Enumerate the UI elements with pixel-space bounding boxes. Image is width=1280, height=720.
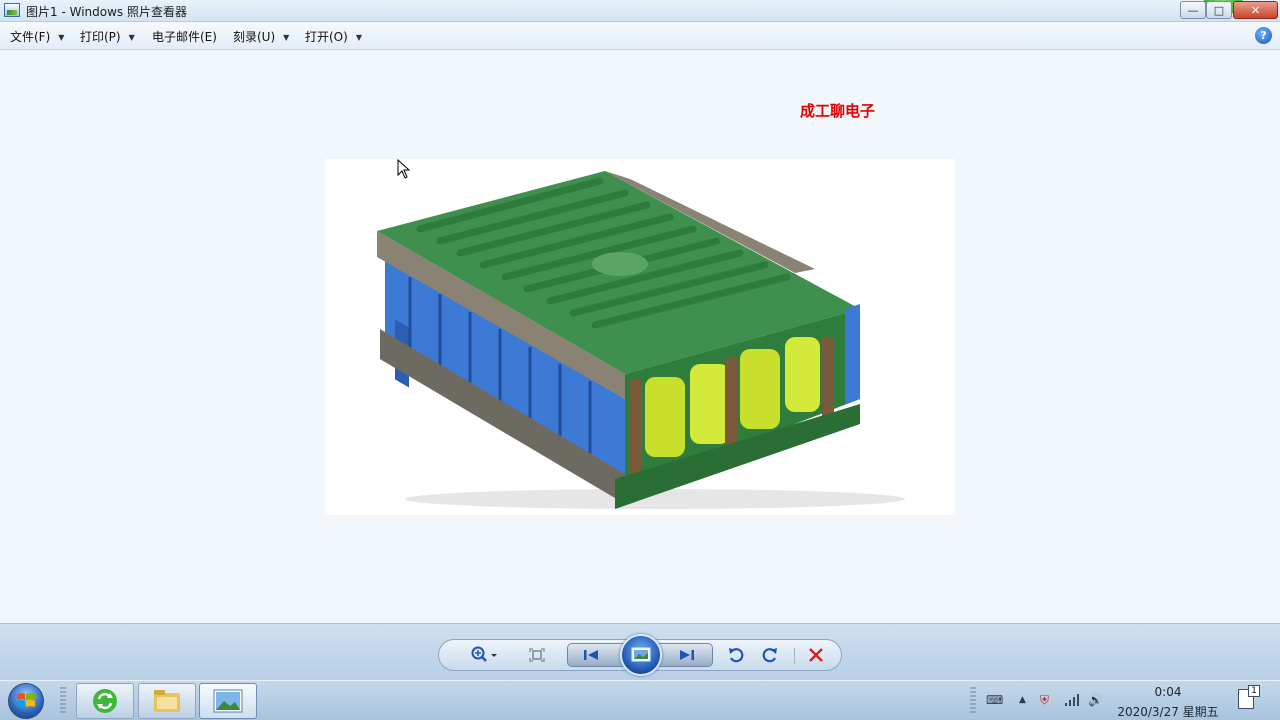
menu-file[interactable]: 文件(F) ▼ xyxy=(10,28,64,45)
folder-icon xyxy=(154,690,180,712)
windows-logo-icon xyxy=(8,683,44,719)
menu-print-label: 打印(P) xyxy=(80,30,121,44)
network-signal-icon[interactable] xyxy=(1064,693,1080,710)
rotate-counterclockwise-icon xyxy=(729,648,744,663)
delete-button[interactable] xyxy=(803,640,829,670)
window-title: 图片1 - Windows 照片查看器 xyxy=(26,5,187,19)
clock-time[interactable]: 0:04 xyxy=(1120,685,1216,699)
rotate-counterclockwise-button[interactable] xyxy=(723,640,749,670)
rotate-clockwise-button[interactable] xyxy=(757,640,783,670)
chevron-down-icon: ▼ xyxy=(283,33,290,42)
next-icon xyxy=(680,650,694,660)
menu-open[interactable]: 打开(O) ▼ xyxy=(305,28,362,45)
help-icon[interactable]: ? xyxy=(1255,27,1272,44)
chevron-down-icon: ▼ xyxy=(355,33,362,42)
photo-viewer-app-icon[interactable] xyxy=(4,3,20,17)
security-shield-icon[interactable]: ⛨ xyxy=(1040,693,1049,708)
menu-burn[interactable]: 刻录(U) ▼ xyxy=(233,28,289,45)
slideshow-icon xyxy=(631,647,651,662)
menu-email-label: 电子邮件(E) xyxy=(152,30,217,44)
photo-controls-bar xyxy=(0,623,1280,680)
tray-grip[interactable] xyxy=(970,687,976,715)
battery-pack-illustration xyxy=(377,171,905,509)
menu-open-label: 打开(O) xyxy=(305,30,348,44)
taskbar-windows-explorer[interactable] xyxy=(138,683,196,719)
photo-viewer-icon xyxy=(213,689,243,713)
chevron-down-icon: ▼ xyxy=(58,33,65,42)
menu-bar: 文件(F) ▼ 打印(P) ▼ 电子邮件(E) 刻录(U) ▼ 打开(O) ▼ ? xyxy=(0,23,1280,50)
next-button[interactable] xyxy=(672,644,702,666)
menu-email[interactable]: 电子邮件(E) xyxy=(152,28,217,45)
delete-icon xyxy=(809,648,823,662)
clock-date[interactable]: 2020/3/27 星期五 xyxy=(1112,703,1224,720)
actual-size-icon xyxy=(529,648,545,662)
keyboard-icon[interactable]: ⌨ xyxy=(986,693,1003,707)
controls-pill xyxy=(438,634,842,676)
rotate-clockwise-icon xyxy=(762,648,777,663)
slideshow-button[interactable] xyxy=(620,634,662,676)
taskbar-360-browser[interactable] xyxy=(76,683,134,719)
start-button[interactable] xyxy=(4,681,48,720)
actual-size-button[interactable] xyxy=(525,640,549,670)
volume-icon[interactable]: 🔊 xyxy=(1088,693,1103,707)
menu-print[interactable]: 打印(P) ▼ xyxy=(80,28,135,45)
previous-icon xyxy=(584,650,598,660)
show-hidden-icons-icon[interactable]: ▲ xyxy=(1019,695,1026,705)
zoom-icon xyxy=(471,646,497,662)
menu-burn-label: 刻录(U) xyxy=(233,30,276,44)
previous-button[interactable] xyxy=(576,644,606,666)
minimize-button[interactable]: — xyxy=(1180,1,1206,19)
battery-pack-image xyxy=(325,159,955,515)
chevron-down-icon: ▼ xyxy=(128,33,135,42)
menu-file-label: 文件(F) xyxy=(10,30,51,44)
zoom-button[interactable] xyxy=(467,640,501,670)
title-bar: 图片1 - Windows 照片查看器 38 — □ ✕ xyxy=(0,0,1280,22)
notification-count: 1 xyxy=(1248,685,1260,697)
taskbar-photo-viewer[interactable] xyxy=(199,683,257,719)
maximize-button[interactable]: □ xyxy=(1206,1,1232,19)
mouse-cursor-icon xyxy=(397,159,411,179)
close-button[interactable]: ✕ xyxy=(1233,1,1278,19)
refresh-browser-icon xyxy=(93,689,117,713)
controls-divider xyxy=(794,648,795,664)
watermark-text: 成工聊电子 xyxy=(800,102,876,120)
taskbar: ⌨ ▲ ⛨ 🔊 0:04 2020/3/27 星期五 1 xyxy=(0,680,1280,720)
taskbar-grip[interactable] xyxy=(60,687,66,715)
